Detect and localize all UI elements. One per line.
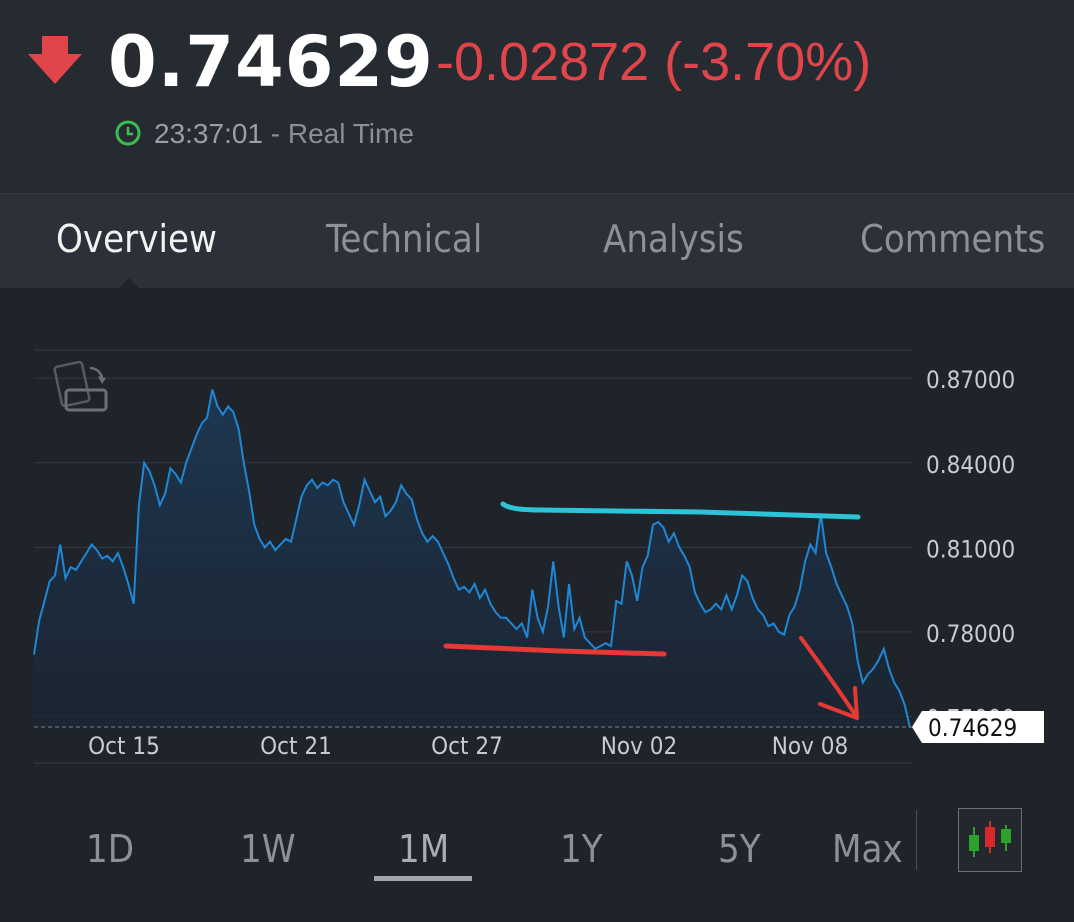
tab-bar: Overview Technical Analysis Comments: [0, 194, 1074, 288]
timestamp: 23:37:01 - Real Time: [154, 116, 414, 152]
current-value-tag: 0.74629: [912, 710, 1044, 743]
quote-header: 0.74629 -0.02872 (-3.70%) 23:37:01 - Rea…: [0, 0, 1074, 194]
current-value-label: 0.74629: [928, 714, 1017, 742]
y-tick-label: 0.87000: [926, 366, 1015, 394]
y-tick-label: 0.84000: [926, 451, 1015, 479]
range-1y[interactable]: 1Y: [560, 826, 603, 872]
rotate-screen-icon[interactable]: [52, 360, 112, 416]
candlestick-chart-button[interactable]: [958, 808, 1022, 872]
x-tick-label: Nov 02: [601, 732, 677, 760]
active-range-indicator: [374, 876, 472, 881]
price-chart[interactable]: 0.870000.840000.810000.780000.75000Oct 1…: [0, 288, 1074, 788]
current-price: 0.74629: [108, 21, 434, 103]
price-change: -0.02872 (-3.70%): [436, 32, 872, 92]
tab-technical[interactable]: Technical: [326, 216, 482, 262]
series-area: [34, 389, 910, 763]
range-1m[interactable]: 1M: [398, 826, 449, 872]
range-5y[interactable]: 5Y: [718, 826, 761, 872]
y-tick-label: 0.78000: [926, 620, 1015, 648]
arrow-down-icon: [28, 36, 82, 84]
x-tick-label: Oct 27: [431, 732, 503, 760]
resistance-annotation: [500, 501, 861, 520]
x-tick-label: Oct 21: [260, 732, 332, 760]
realtime-label: - Real Time: [263, 118, 414, 149]
y-tick-label: 0.81000: [926, 535, 1015, 563]
x-tick-label: Oct 15: [88, 732, 160, 760]
divider: [916, 810, 917, 870]
range-1d[interactable]: 1D: [86, 826, 134, 872]
x-tick-label: Nov 08: [772, 732, 848, 760]
clock-icon: [115, 120, 141, 146]
range-1w[interactable]: 1W: [240, 826, 296, 872]
tab-overview[interactable]: Overview: [56, 216, 217, 262]
range-selector: 1D 1W 1M 1Y 5Y Max: [0, 800, 1074, 900]
range-max[interactable]: Max: [832, 826, 903, 872]
tab-comments[interactable]: Comments: [860, 216, 1045, 262]
time-value: 23:37:01: [154, 118, 263, 149]
tab-analysis[interactable]: Analysis: [603, 216, 744, 262]
candlestick-chart-icon: [969, 821, 1011, 857]
